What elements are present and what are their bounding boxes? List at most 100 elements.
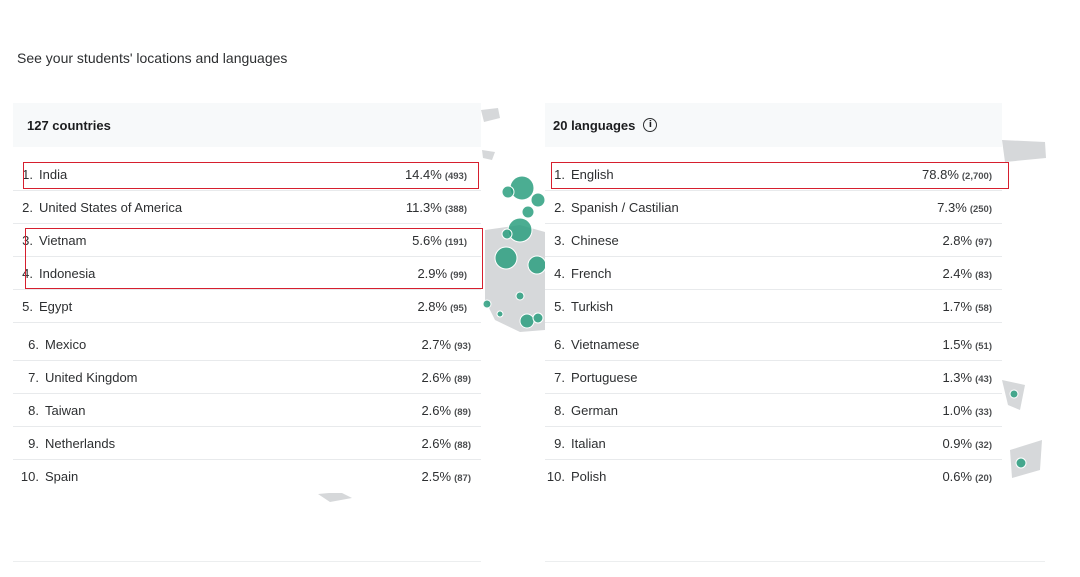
country-name: Mexico — [45, 336, 87, 352]
count: (32) — [975, 439, 992, 451]
language-row: 10. Polish 0.6% (20) — [545, 460, 1002, 493]
percent: 2.4% — [942, 265, 973, 281]
language-row: 6. Vietnamese 1.5% (51) — [545, 328, 1002, 361]
language-row: 3. Chinese 2.8% (97) — [545, 224, 1002, 257]
country-row: 6. Mexico 2.7% (93) — [13, 328, 481, 361]
percent: 11.3% — [405, 199, 442, 215]
language-name: Chinese — [571, 232, 619, 248]
language-name: French — [571, 265, 612, 281]
percent: 14.4% — [404, 166, 442, 182]
count: (89) — [454, 373, 471, 385]
rank: 2. — [554, 199, 565, 215]
language-row: 2. Spanish / Castilian 7.3% (250) — [545, 191, 1002, 224]
count: (191) — [444, 236, 467, 248]
country-row: 1. India 14.4% (493) — [13, 158, 481, 191]
countries-header: 127 countries — [13, 103, 481, 147]
rank: 1. — [22, 166, 33, 182]
rank: 3. — [22, 232, 33, 248]
count: (43) — [975, 373, 992, 385]
percent: 1.5% — [942, 336, 973, 352]
count: (20) — [975, 473, 992, 484]
count: (97) — [975, 236, 992, 248]
country-row: 7. United Kingdom 2.6% (89) — [13, 361, 481, 394]
divider — [13, 561, 481, 562]
rank: 10. — [20, 469, 39, 484]
percent: 2.6% — [421, 402, 452, 418]
count: (88) — [454, 439, 471, 451]
language-row: 9. Italian 0.9% (32) — [545, 427, 1002, 460]
count: (83) — [975, 269, 992, 281]
country-name: Vietnam — [39, 232, 87, 248]
rank: 3. — [554, 232, 565, 248]
divider — [545, 561, 1045, 562]
rank: 4. — [554, 265, 565, 281]
percent: 0.6% — [942, 469, 973, 484]
country-row: 10. Spain 2.5% (87) — [13, 460, 481, 493]
countries-title: 127 countries — [27, 117, 111, 133]
percent: 2.6% — [421, 435, 452, 451]
rank: 10. — [546, 469, 565, 484]
rank: 2. — [22, 199, 33, 215]
languages-panel: 20 languages i 1. English 78.8% (2,700) 2.… — [545, 103, 1002, 493]
language-row: 4. French 2.4% (83) — [545, 257, 1002, 290]
info-icon[interactable]: i — [643, 118, 658, 132]
rank: 6. — [554, 336, 565, 352]
percent: 1.0% — [942, 402, 973, 418]
language-row: 5. Turkish 1.7% (58) — [545, 290, 1002, 323]
rank: 5. — [554, 298, 565, 314]
country-name: India — [39, 166, 68, 182]
rank: 4. — [22, 265, 33, 281]
country-row: 4. Indonesia 2.9% (99) — [13, 257, 481, 290]
country-name: United Kingdom — [45, 369, 138, 385]
language-name: Spanish / Castilian — [571, 199, 679, 215]
count: (388) — [444, 203, 467, 215]
language-name: German — [571, 402, 618, 418]
percent: 0.9% — [942, 435, 973, 451]
country-name: Egypt — [39, 298, 73, 314]
country-row: 9. Netherlands 2.6% (88) — [13, 427, 481, 460]
rank: 8. — [28, 402, 39, 418]
country-name: Netherlands — [45, 435, 116, 451]
country-row: 3. Vietnam 5.6% (191) — [13, 224, 481, 257]
rank: 8. — [554, 402, 565, 418]
rank: 9. — [28, 435, 39, 451]
percent: 78.8% — [922, 166, 959, 182]
language-name: Portuguese — [571, 369, 638, 385]
language-row: 1. English 78.8% (2,700) — [545, 158, 1002, 191]
percent: 7.3% — [937, 199, 967, 215]
count: (2,700) — [961, 170, 992, 182]
language-name: Vietnamese — [571, 336, 640, 352]
country-row: 8. Taiwan 2.6% (89) — [13, 394, 481, 427]
page-subtitle: See your students' locations and languag… — [17, 50, 288, 66]
percent: 2.6% — [421, 369, 452, 385]
language-name: Italian — [571, 435, 606, 451]
percent: 2.5% — [421, 469, 452, 484]
country-name: Taiwan — [45, 402, 86, 418]
rank: 9. — [554, 435, 565, 451]
countries-panel: 127 countries 1. India 14.4% (493) 2. Unite… — [13, 103, 481, 493]
language-name: Turkish — [571, 298, 614, 314]
rank: 7. — [554, 369, 565, 385]
language-name: English — [571, 166, 614, 182]
languages-title: 20 languages — [553, 117, 636, 133]
country-row: 2. United States of America 11.3% (388) — [13, 191, 481, 224]
language-row: 7. Portuguese 1.3% (43) — [545, 361, 1002, 394]
percent: 2.9% — [417, 265, 448, 281]
language-row: 8. German 1.0% (33) — [545, 394, 1002, 427]
country-row: 5. Egypt 2.8% (95) — [13, 290, 481, 323]
rank: 5. — [22, 298, 33, 314]
percent: 2.8% — [942, 232, 973, 248]
language-name: Polish — [571, 469, 607, 484]
count: (33) — [975, 406, 992, 418]
country-name: Spain — [45, 469, 79, 484]
count: (93) — [454, 340, 471, 352]
languages-header: 20 languages i — [545, 103, 1002, 147]
country-name: United States of America — [39, 199, 183, 215]
rank: 1. — [554, 166, 565, 182]
count: (89) — [454, 406, 471, 418]
count: (250) — [969, 203, 992, 215]
percent: 5.6% — [412, 232, 442, 248]
count: (87) — [454, 473, 471, 484]
count: (95) — [450, 302, 467, 314]
count: (493) — [444, 170, 467, 182]
